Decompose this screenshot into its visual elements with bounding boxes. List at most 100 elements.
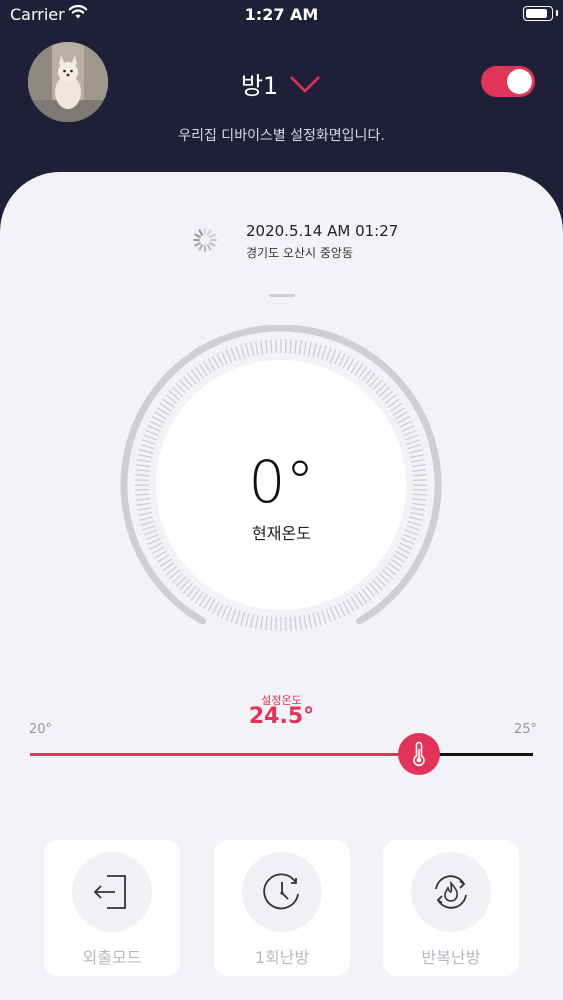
dial-tick xyxy=(329,607,337,621)
dial-tick xyxy=(403,429,417,437)
dial-tick xyxy=(406,439,421,445)
dial-tick xyxy=(255,341,259,356)
dial-tick xyxy=(221,605,228,619)
clock-icon xyxy=(263,873,299,910)
spinner-spoke xyxy=(209,241,216,247)
spinner-spoke xyxy=(209,233,216,239)
battery-icon xyxy=(523,6,553,21)
dial-tick xyxy=(250,613,255,628)
slider-min-label: 20° xyxy=(29,722,53,737)
flame-repeat-icon xyxy=(435,875,467,909)
dial-tick xyxy=(312,343,317,358)
clock-time: 1:27 AM xyxy=(244,5,319,24)
dial-tick xyxy=(260,615,264,630)
dial-tick xyxy=(221,351,228,365)
room-selector[interactable]: 방1 xyxy=(0,66,563,101)
thermometer-icon xyxy=(413,741,426,767)
dial-tick xyxy=(312,612,317,627)
dial-tick xyxy=(397,415,411,424)
dial-tick xyxy=(216,603,224,617)
dial-tick xyxy=(250,342,255,357)
dial-tick xyxy=(397,546,411,555)
spinner-spoke xyxy=(194,233,201,239)
dial-tick xyxy=(316,611,322,626)
battery-tip-icon xyxy=(556,10,558,16)
dial-tick xyxy=(141,439,156,445)
dial-tick xyxy=(270,339,273,354)
dial-tick xyxy=(334,605,341,619)
dial-tick xyxy=(270,616,273,631)
dial-tick xyxy=(294,616,297,631)
dial-tick xyxy=(245,612,250,627)
room-name: 방1 xyxy=(240,72,279,100)
dial-tick xyxy=(303,341,307,356)
dial-tick xyxy=(240,344,246,359)
dial-tick xyxy=(260,340,264,355)
repeat-heating-icon-bg xyxy=(411,852,491,932)
spinner-spoke xyxy=(206,244,212,251)
dial-tick xyxy=(145,429,159,437)
set-temperature-value: 24.5° xyxy=(248,704,315,729)
dial-tick xyxy=(255,614,259,629)
dial-tick xyxy=(230,608,237,623)
dial-tick xyxy=(265,616,268,631)
dial-tick xyxy=(316,344,322,359)
dial-tick xyxy=(342,601,351,615)
dial-tick xyxy=(303,614,307,629)
location-label: 경기도 오산시 중앙동 xyxy=(246,246,353,260)
dial-tick xyxy=(235,345,241,360)
dial-tick xyxy=(151,415,165,424)
spinner-spoke xyxy=(198,229,204,236)
chevron-down-icon xyxy=(290,75,321,93)
dial-tick xyxy=(211,355,220,369)
one-time-heating-icon-bg xyxy=(242,852,322,932)
dial-tick xyxy=(307,342,312,357)
temperature-slider-track[interactable] xyxy=(30,753,533,756)
dial-tick xyxy=(225,607,233,621)
dial-tick xyxy=(149,420,163,428)
one-time-heating-button[interactable]: 1회난방 xyxy=(214,840,350,976)
dial-tick xyxy=(399,420,413,428)
current-temperature-label: 현재온도 xyxy=(252,524,311,543)
datetime-label: 2020.5.14 AM 01:27 xyxy=(246,222,399,240)
dial-tick xyxy=(235,610,241,625)
dial-tick xyxy=(265,339,268,354)
slider-max-label: 25° xyxy=(514,722,538,737)
away-mode-label: 외출모드 xyxy=(82,948,142,967)
dial-tick xyxy=(307,613,312,628)
dial-tick xyxy=(298,340,302,355)
status-bar: Carrier 1:27 AM xyxy=(0,0,563,30)
dial-tick xyxy=(216,353,224,367)
dial-tick xyxy=(404,434,419,441)
dial-tick xyxy=(298,615,302,630)
dial-tick xyxy=(289,339,292,354)
repeat-heating-button[interactable]: 반복난방 xyxy=(383,840,519,976)
dial-tick xyxy=(230,347,237,362)
dial-tick xyxy=(151,546,165,555)
dial-tick xyxy=(342,355,351,369)
current-temperature-value: 0° xyxy=(248,448,315,516)
header-subtitle: 우리집 디바이스별 설정화면입니다. xyxy=(178,128,385,144)
toggle-knob xyxy=(507,69,532,94)
temperature-slider-fill xyxy=(30,753,420,756)
dial-tick xyxy=(245,343,250,358)
dial-tick xyxy=(338,353,346,367)
dial-tick xyxy=(401,425,415,432)
dial-tick xyxy=(329,349,337,363)
loading-spinner-icon xyxy=(192,227,218,253)
dial-tick xyxy=(338,603,346,617)
power-toggle[interactable] xyxy=(481,66,535,97)
one-time-heating-label: 1회난방 xyxy=(254,948,310,967)
dial-tick xyxy=(240,611,246,626)
dial-tick xyxy=(334,351,341,365)
spinner-spoke xyxy=(198,244,204,251)
away-mode-button[interactable]: 외출모드 xyxy=(44,840,180,976)
exit-door-icon xyxy=(93,875,126,909)
dial-tick xyxy=(321,610,327,625)
dial-tick xyxy=(294,339,297,354)
dial-tick xyxy=(289,616,292,631)
drag-handle[interactable] xyxy=(269,294,295,297)
temperature-slider-thumb[interactable] xyxy=(398,733,441,775)
repeat-heating-label: 반복난방 xyxy=(421,948,481,967)
dial-tick xyxy=(321,345,327,360)
